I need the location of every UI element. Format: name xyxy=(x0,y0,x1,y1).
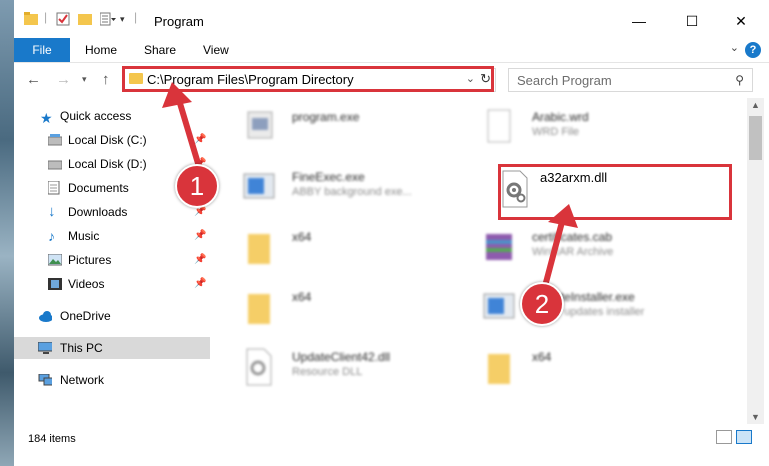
arrow-1-head xyxy=(162,82,192,108)
desktop-background xyxy=(0,0,14,466)
explorer-window: | ▾ | Program — ☐ ✕ File Home Share View… xyxy=(14,0,769,466)
callout-2: 2 xyxy=(520,282,564,326)
annotation-arrows xyxy=(162,82,578,291)
arrow-1-line xyxy=(176,99,203,171)
arrow-2-head xyxy=(548,204,578,228)
arrow-2-line xyxy=(541,221,565,291)
callout-1: 1 xyxy=(175,164,219,208)
